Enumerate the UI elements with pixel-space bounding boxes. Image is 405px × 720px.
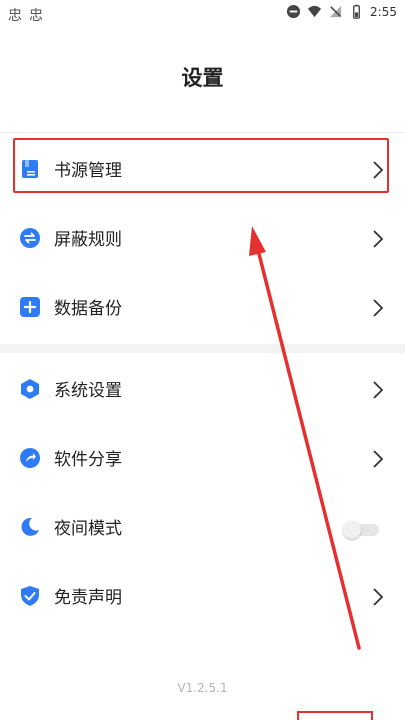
settings-item-system-settings[interactable]: 系统设置 — [0, 353, 405, 422]
settings-item-label: 系统设置 — [54, 381, 122, 401]
settings-item-data-backup[interactable]: 数据备份 — [0, 271, 405, 340]
status-left: 忠 忠 — [8, 5, 43, 25]
page-title: 设置 — [181, 66, 224, 90]
settings-group-2: 系统设置 软件分享 夜间模式 免责声明 — [0, 344, 405, 629]
status-right: 2:55 — [286, 4, 397, 19]
swap-icon — [20, 228, 40, 248]
chevron-right-icon — [373, 230, 384, 248]
settings-item-label: 免责声明 — [54, 588, 122, 608]
status-time: 2:55 — [370, 4, 397, 19]
settings-item-label: 数据备份 — [54, 299, 122, 319]
settings-item-night-mode[interactable]: 夜间模式 — [0, 491, 405, 560]
settings-item-disclaimer[interactable]: 免责声明 — [0, 560, 405, 629]
notification-icon: 忠 — [29, 8, 43, 24]
signal-icon — [329, 5, 342, 18]
settings-item-share-app[interactable]: 软件分享 — [0, 422, 405, 491]
highlight-box-bottom — [297, 711, 373, 720]
chevron-right-icon — [373, 299, 384, 317]
toggle-knob — [343, 521, 361, 539]
status-bar: 忠 忠 2:55 — [0, 0, 405, 28]
wifi-icon — [307, 5, 322, 18]
chevron-right-icon — [373, 381, 384, 399]
backup-icon — [20, 297, 40, 317]
chevron-right-icon — [373, 450, 384, 468]
shield-check-icon — [20, 586, 40, 606]
chevron-right-icon — [373, 588, 384, 606]
notification-icon: 忠 — [8, 8, 22, 24]
dnd-icon — [286, 4, 301, 19]
night-mode-toggle[interactable] — [343, 521, 381, 539]
hexagon-settings-icon — [20, 379, 40, 399]
settings-item-block-rules[interactable]: 屏蔽规则 — [0, 202, 405, 271]
settings-item-label: 屏蔽规则 — [54, 230, 122, 250]
highlight-box — [13, 138, 389, 193]
share-icon — [20, 448, 40, 468]
moon-icon — [20, 517, 40, 537]
battery-icon — [353, 4, 361, 19]
settings-item-label: 软件分享 — [54, 450, 122, 470]
settings-item-label: 夜间模式 — [54, 519, 122, 539]
app-version: V1.2.5.1 — [177, 681, 228, 695]
